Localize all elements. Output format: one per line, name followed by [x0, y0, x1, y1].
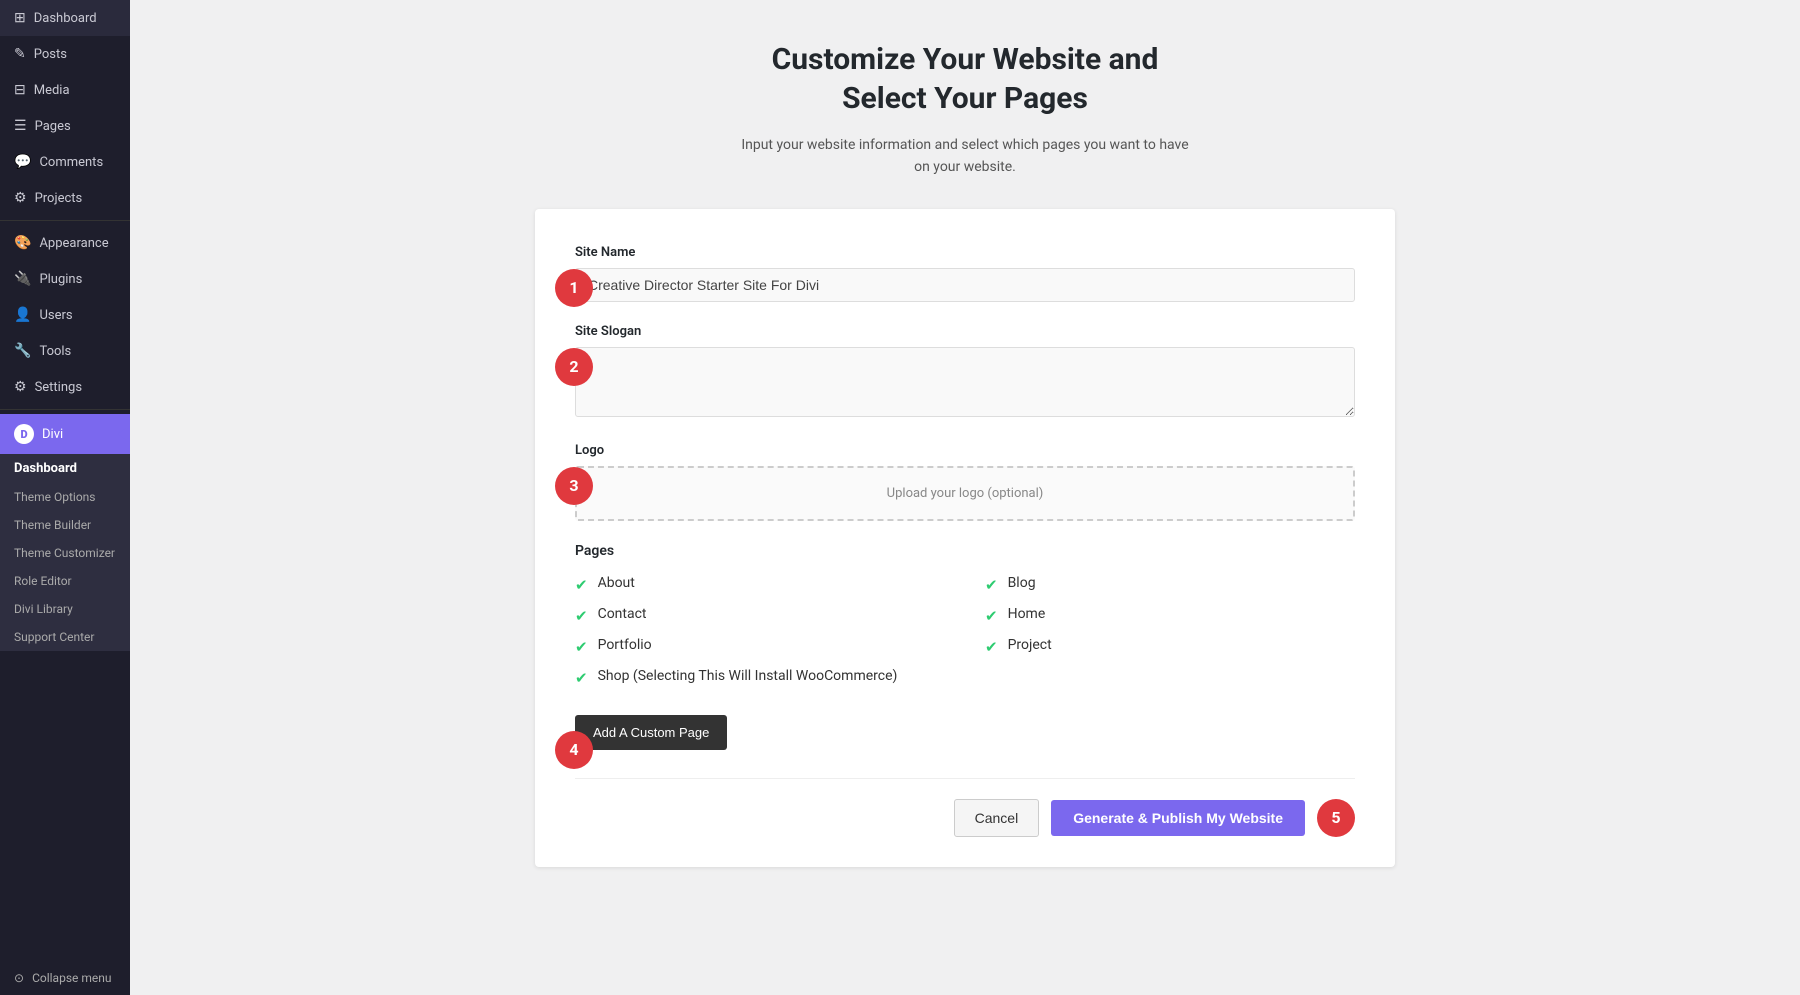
page-subtitle: Input your website information and selec… — [535, 134, 1395, 179]
divi-sub-dashboard[interactable]: Dashboard — [0, 454, 130, 483]
page-home[interactable]: ✔ Home — [985, 606, 1355, 625]
step5-badge: 5 — [1317, 799, 1355, 837]
list-item: ✔ Project — [985, 637, 1355, 656]
page-portfolio-label: Portfolio — [598, 637, 652, 653]
form-card: 1 Site Name 2 Site Slogan 3 Logo — [535, 209, 1395, 867]
tools-icon: 🔧 — [14, 343, 31, 359]
divi-sub-theme-builder[interactable]: Theme Builder — [0, 511, 130, 539]
check-icon: ✔ — [575, 669, 588, 687]
site-name-row: 1 Site Name — [575, 245, 1355, 302]
divi-logo: D — [14, 424, 34, 444]
step4-badge: 4 — [555, 731, 593, 769]
list-item: ✔ Home — [985, 606, 1355, 625]
step2-badge: 2 — [555, 348, 593, 386]
posts-icon: ✎ — [14, 46, 26, 62]
page-title: Customize Your Website andSelect Your Pa… — [535, 40, 1395, 118]
list-item: ✔ Shop (Selecting This Will Install WooC… — [575, 668, 945, 687]
add-custom-row: 4 Add A Custom Page — [575, 707, 1355, 750]
page-portfolio[interactable]: ✔ Portfolio — [575, 637, 945, 656]
page-project[interactable]: ✔ Project — [985, 637, 1355, 656]
pages-row: Pages ✔ About ✔ Blog — [575, 543, 1355, 750]
page-contact-label: Contact — [598, 606, 647, 622]
list-item: ✔ Portfolio — [575, 637, 945, 656]
settings-icon: ⚙ — [14, 379, 27, 395]
divi-section: D Divi Dashboard Theme Options Theme Bui… — [0, 414, 130, 651]
sidebar: ⊞ Dashboard ✎ Posts ⊟ Media ☰ Pages 💬 Co… — [0, 0, 130, 995]
sidebar-item-settings[interactable]: ⚙ Settings — [0, 369, 130, 405]
list-item: ✔ About — [575, 575, 945, 594]
add-custom-page-button[interactable]: Add A Custom Page — [575, 715, 727, 750]
list-item: ✔ Contact — [575, 606, 945, 625]
users-icon: 👤 — [14, 307, 31, 323]
page-home-label: Home — [1008, 606, 1046, 622]
pages-label: Pages — [575, 543, 1355, 559]
plugins-icon: 🔌 — [14, 271, 31, 287]
divi-header[interactable]: D Divi — [0, 414, 130, 454]
comments-icon: 💬 — [14, 154, 31, 170]
sidebar-item-media[interactable]: ⊟ Media — [0, 72, 130, 108]
card-footer: Cancel Generate & Publish My Website 5 — [575, 778, 1355, 837]
sidebar-item-appearance[interactable]: 🎨 Appearance — [0, 225, 130, 261]
divi-sub-divi-library[interactable]: Divi Library — [0, 595, 130, 623]
check-icon: ✔ — [985, 638, 998, 656]
check-icon: ✔ — [985, 607, 998, 625]
step3-badge: 3 — [555, 467, 593, 505]
site-name-label: Site Name — [575, 245, 1355, 260]
pages-icon: ☰ — [14, 118, 27, 134]
collapse-icon: ⊙ — [14, 971, 24, 985]
site-name-input[interactable] — [575, 268, 1355, 302]
collapse-menu-button[interactable]: ⊙ Collapse menu — [0, 961, 130, 995]
check-icon: ✔ — [575, 607, 588, 625]
check-icon: ✔ — [575, 638, 588, 656]
sidebar-item-pages[interactable]: ☰ Pages — [0, 108, 130, 144]
site-slogan-label: Site Slogan — [575, 324, 1355, 339]
sidebar-item-comments[interactable]: 💬 Comments — [0, 144, 130, 180]
logo-upload-area[interactable]: Upload your logo (optional) — [575, 466, 1355, 521]
content-wrapper: Customize Your Website andSelect Your Pa… — [535, 40, 1395, 867]
sidebar-item-projects[interactable]: ⚙ Projects — [0, 180, 130, 216]
divi-sub-theme-options[interactable]: Theme Options — [0, 483, 130, 511]
site-slogan-row: 2 Site Slogan — [575, 324, 1355, 421]
list-item: ✔ Blog — [985, 575, 1355, 594]
page-project-label: Project — [1008, 637, 1052, 653]
check-icon: ✔ — [985, 576, 998, 594]
sidebar-item-dashboard[interactable]: ⊞ Dashboard — [0, 0, 130, 36]
sidebar-item-plugins[interactable]: 🔌 Plugins — [0, 261, 130, 297]
sidebar-item-users[interactable]: 👤 Users — [0, 297, 130, 333]
page-blog-label: Blog — [1008, 575, 1036, 591]
page-contact[interactable]: ✔ Contact — [575, 606, 945, 625]
appearance-icon: 🎨 — [14, 235, 31, 251]
publish-button[interactable]: Generate & Publish My Website — [1051, 800, 1305, 836]
page-about[interactable]: ✔ About — [575, 575, 945, 594]
divi-arrow-icon — [118, 428, 126, 440]
sidebar-item-tools[interactable]: 🔧 Tools — [0, 333, 130, 369]
page-shop-label: Shop (Selecting This Will Install WooCom… — [598, 668, 898, 684]
divi-sub-role-editor[interactable]: Role Editor — [0, 567, 130, 595]
divi-sub-theme-customizer[interactable]: Theme Customizer — [0, 539, 130, 567]
divi-sub-support-center[interactable]: Support Center — [0, 623, 130, 651]
logo-label: Logo — [575, 443, 1355, 458]
logo-row: 3 Logo Upload your logo (optional) — [575, 443, 1355, 521]
site-slogan-input[interactable] — [575, 347, 1355, 417]
step1-badge: 1 — [555, 269, 593, 307]
dashboard-icon: ⊞ — [14, 10, 26, 26]
page-shop[interactable]: ✔ Shop (Selecting This Will Install WooC… — [575, 668, 945, 687]
page-about-label: About — [598, 575, 635, 591]
pages-grid: ✔ About ✔ Blog ✔ — [575, 575, 1355, 687]
projects-icon: ⚙ — [14, 190, 27, 206]
sidebar-item-posts[interactable]: ✎ Posts — [0, 36, 130, 72]
cancel-button[interactable]: Cancel — [954, 799, 1040, 837]
main-content: Customize Your Website andSelect Your Pa… — [130, 0, 1800, 995]
page-blog[interactable]: ✔ Blog — [985, 575, 1355, 594]
check-icon: ✔ — [575, 576, 588, 594]
media-icon: ⊟ — [14, 82, 26, 98]
